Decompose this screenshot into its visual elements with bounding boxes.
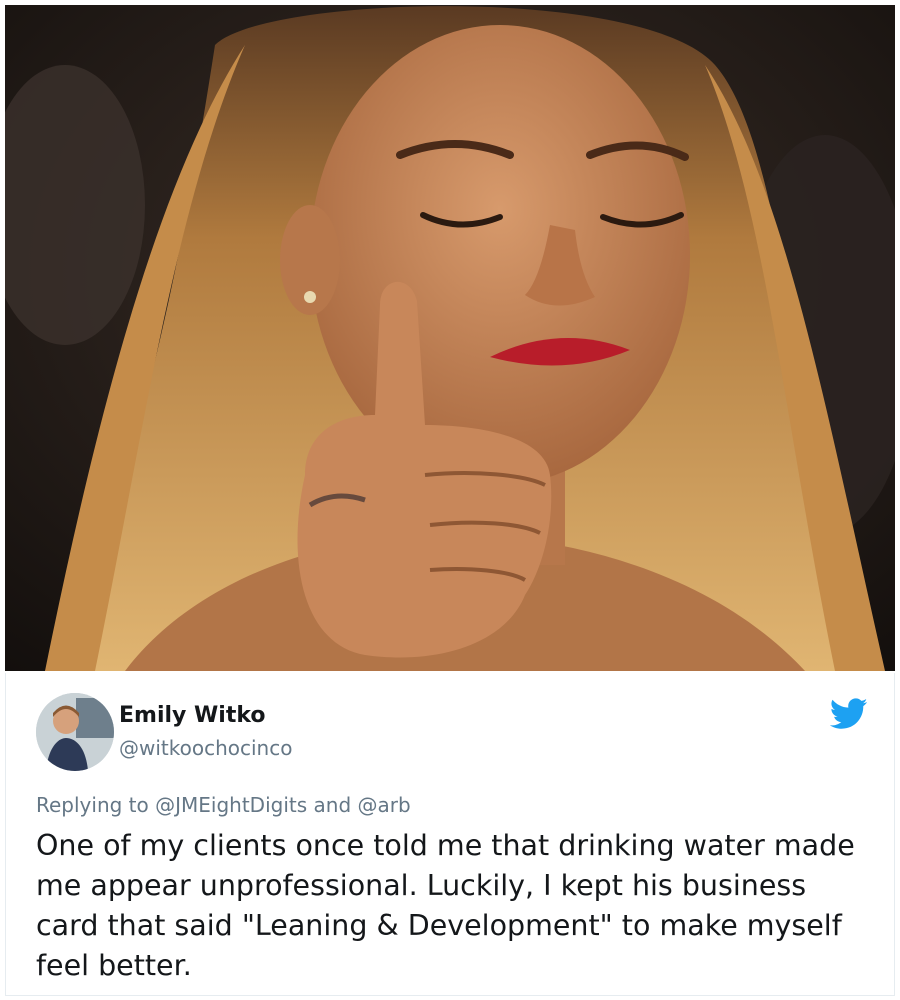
twitter-bird-icon[interactable] [830,698,868,730]
reply-context: Replying to @JMEightDigits and @arb [36,793,411,817]
mention-link-jmeightdigits[interactable]: @JMEightDigits [155,793,307,817]
display-name[interactable]: Emily Witko [119,703,266,728]
reply-prefix: Replying to [36,793,149,817]
mention-link-arb[interactable]: @arb [358,793,411,817]
meme-photo [5,5,895,671]
avatar[interactable] [36,693,114,771]
tweet-card[interactable]: Emily Witko @witkoochocinco Replying to … [5,673,895,996]
avatar-photo-icon [36,693,114,771]
photo-illustration [5,5,895,671]
user-handle[interactable]: @witkoochocinco [119,736,292,760]
tweet-text: One of my clients once told me that drin… [36,829,855,982]
reply-joiner: and [313,793,352,817]
meme-page: Emily Witko @witkoochocinco Replying to … [0,0,900,1000]
